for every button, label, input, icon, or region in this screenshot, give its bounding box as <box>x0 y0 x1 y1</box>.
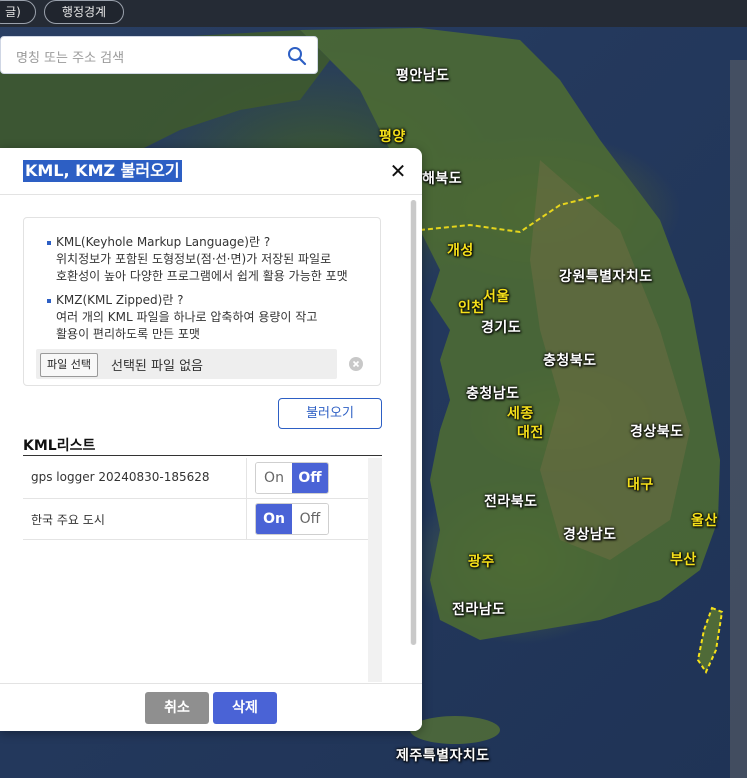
map-label: 충청남도 <box>466 386 520 402</box>
map-label: 충청북도 <box>543 353 597 369</box>
search-icon[interactable] <box>287 46 307 70</box>
map-label: 해북도 <box>422 171 463 187</box>
format-info-box: KML(Keyhole Markup Language)란 ? 위치정보가 포함… <box>23 217 381 386</box>
dialog-title: KML, KMZ 불러오기 <box>23 160 182 182</box>
map-label: 대구 <box>627 477 654 493</box>
dialog-footer: 취소 삭제 <box>0 683 422 731</box>
map-label: 평양 <box>379 129 406 145</box>
map-label: 강원특별자치도 <box>559 269 653 285</box>
map-label: 경상남도 <box>563 527 617 543</box>
map-label: 전라남도 <box>452 602 506 618</box>
visibility-toggle[interactable]: On Off <box>255 503 329 535</box>
scrollbar-thumb[interactable] <box>411 200 416 645</box>
toggle-off-button[interactable]: Off <box>292 463 328 493</box>
toggle-on-button[interactable]: On <box>256 504 292 534</box>
file-status: 선택된 파일 없음 <box>111 359 203 374</box>
clear-file-icon[interactable] <box>349 356 363 375</box>
visibility-toggle[interactable]: On Off <box>255 462 329 494</box>
map-label: 세종 <box>507 406 534 422</box>
list-item: 한국 주요 도시 On Off <box>23 499 368 540</box>
close-icon[interactable]: ✕ <box>387 160 409 182</box>
kmz-info-line: 활용이 편리하도록 만든 포맷 <box>56 327 200 341</box>
search-bar[interactable]: 명칭 또는 주소 검색 <box>0 36 318 74</box>
map-label: 평안남도 <box>396 68 450 84</box>
bullet-icon <box>47 299 51 303</box>
bullet-icon <box>47 241 51 245</box>
kml-info-line: 호환성이 높아 다양한 프로그램에서 쉽게 활용 가능한 포맷 <box>56 269 348 283</box>
admin-boundary-pill[interactable]: 행정경계 <box>44 0 124 24</box>
map-label: 광주 <box>468 554 495 570</box>
divider <box>246 499 247 539</box>
map-label: 제주특별자치도 <box>396 748 490 764</box>
delete-button[interactable]: 삭제 <box>213 692 277 724</box>
kml-list-heading: KML리스트 <box>23 438 96 454</box>
divider <box>23 455 382 456</box>
map-label: 서울 <box>483 289 510 305</box>
list-scroll-area <box>368 458 382 682</box>
map-label: 경상북도 <box>630 424 684 440</box>
kml-item-name: gps logger 20240830-185628 <box>31 470 210 484</box>
map-label: 전라북도 <box>484 494 538 510</box>
map-label: 인천 <box>458 300 485 316</box>
kml-list: gps logger 20240830-185628 On Off 한국 주요 … <box>23 458 368 540</box>
map-label: 개성 <box>447 243 474 259</box>
map-label: 경기도 <box>481 320 522 336</box>
file-picker[interactable]: 파일 선택 선택된 파일 없음 <box>36 349 337 379</box>
language-toggle-pill[interactable]: 글) <box>0 0 36 24</box>
divider <box>246 458 247 498</box>
kml-info-title: KML(Keyhole Markup Language)란 ? <box>56 235 271 249</box>
toggle-on-button[interactable]: On <box>256 463 292 493</box>
load-button[interactable]: 불러오기 <box>278 398 382 429</box>
kmz-info-title: KMZ(KML Zipped)란 ? <box>56 293 184 307</box>
map-label: 대전 <box>517 425 544 441</box>
map-top-bar: 글) 행정경계 <box>0 0 747 27</box>
choose-file-button[interactable]: 파일 선택 <box>40 353 98 377</box>
divider <box>0 194 422 195</box>
toggle-off-button[interactable]: Off <box>292 504 328 534</box>
kml-info-line: 위치정보가 포함된 도형정보(점·선·면)가 저장된 파일로 <box>56 252 332 266</box>
cancel-button[interactable]: 취소 <box>145 692 209 724</box>
kml-import-dialog: KML, KMZ 불러오기 ✕ KML(Keyhole Markup Langu… <box>0 148 422 731</box>
kmz-info-line: 여러 개의 KML 파일을 하나로 압축하여 용량이 작고 <box>56 310 318 324</box>
kml-item-name: 한국 주요 도시 <box>31 513 105 527</box>
search-input[interactable]: 명칭 또는 주소 검색 <box>16 47 124 66</box>
map-label: 울산 <box>691 513 718 529</box>
map-label: 부산 <box>670 552 697 568</box>
list-item: gps logger 20240830-185628 On Off <box>23 458 368 499</box>
